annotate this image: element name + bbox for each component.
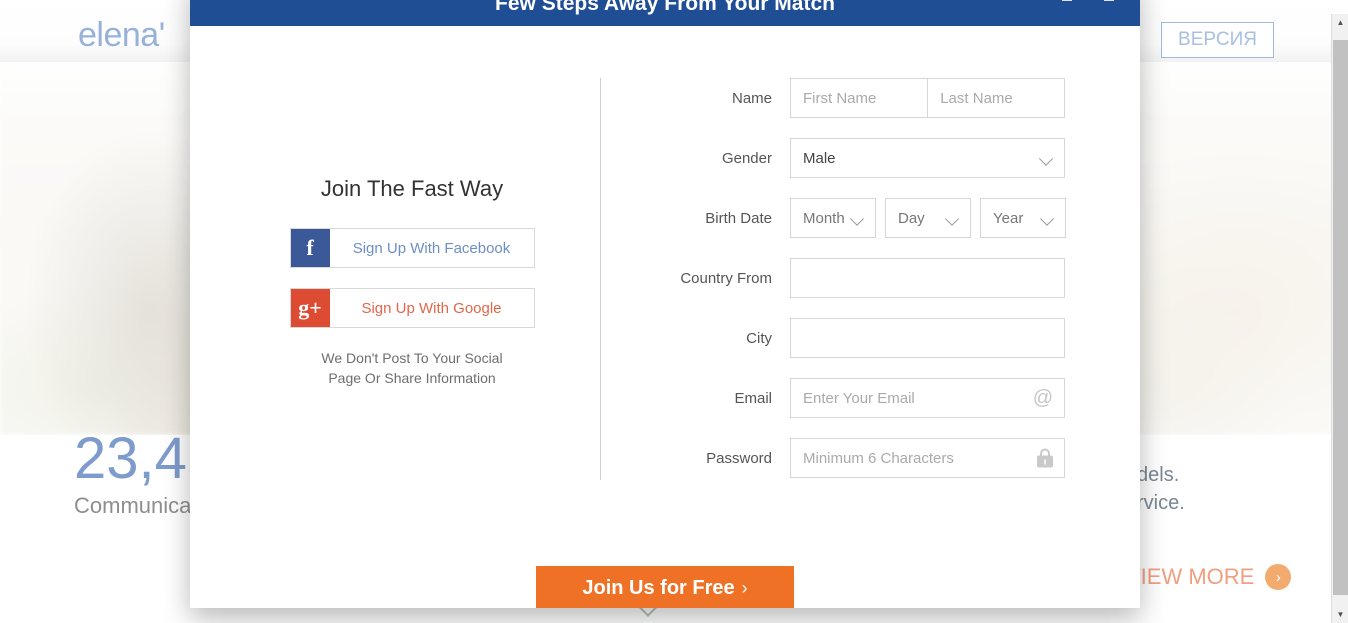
modal-header-control-b[interactable] bbox=[1104, 0, 1114, 1]
modal-body: Join The Fast Way f Sign Up With Faceboo… bbox=[190, 26, 1140, 608]
chevron-down-icon bbox=[947, 214, 960, 221]
right-text-line2: rvice. bbox=[1137, 492, 1185, 514]
social-privacy-note-line2: Page Or Share Information bbox=[328, 370, 496, 386]
email-label: Email bbox=[734, 389, 772, 407]
right-text-line1: dels. bbox=[1137, 464, 1180, 486]
join-us-for-free-button[interactable]: Join Us for Free › bbox=[536, 566, 794, 608]
social-panel-title: Join The Fast Way bbox=[320, 176, 504, 201]
social-signup-panel: Join The Fast Way f Sign Up With Faceboo… bbox=[262, 176, 562, 388]
join-button-label: Join Us for Free bbox=[582, 576, 735, 599]
country-fields bbox=[790, 258, 1065, 298]
signup-form: Name Gender Male Birth bbox=[630, 78, 1070, 498]
scroll-down-arrow-icon[interactable]: ▼ bbox=[1332, 606, 1348, 623]
country-row: Country From bbox=[630, 258, 1070, 298]
last-name-input[interactable] bbox=[927, 79, 1064, 117]
facebook-signup-label: Sign Up With Facebook bbox=[352, 239, 511, 257]
view-more-label: VIEW MORE bbox=[1126, 564, 1255, 589]
scroll-up-arrow-icon[interactable]: ▲ bbox=[1332, 14, 1348, 31]
password-label: Password bbox=[706, 449, 772, 467]
city-fields bbox=[790, 318, 1065, 358]
social-privacy-note-line1: We Don't Post To Your Social bbox=[321, 350, 503, 366]
email-fields: @ bbox=[790, 378, 1065, 418]
submit-area: Join Us for Free › bbox=[190, 566, 1140, 608]
gender-select[interactable]: Male bbox=[790, 138, 1065, 178]
gender-row: Gender Male bbox=[630, 138, 1070, 178]
chevron-down-icon bbox=[852, 214, 865, 221]
scrollbar-thumb[interactable] bbox=[1333, 40, 1348, 595]
city-input[interactable] bbox=[790, 318, 1065, 358]
language-version-button[interactable]: ВЕРСИЯ bbox=[1161, 22, 1274, 58]
chevron-down-icon bbox=[1041, 154, 1054, 161]
google-signup-button[interactable]: g+ Sign Up With Google bbox=[289, 288, 535, 328]
birth-date-fields: Month Day Year bbox=[790, 198, 1066, 238]
social-privacy-note: We Don't Post To Your Social Page Or Sha… bbox=[262, 348, 562, 388]
modal-title: Few Steps Away From Your Match bbox=[495, 0, 835, 15]
country-label: Country From bbox=[680, 269, 772, 287]
google-signup-label: Sign Up With Google bbox=[361, 299, 502, 317]
column-divider bbox=[600, 78, 601, 480]
email-row: Email @ bbox=[630, 378, 1070, 418]
modal-header-control-a[interactable] bbox=[1062, 0, 1072, 1]
vertical-scrollbar[interactable]: ▲ ▼ bbox=[1331, 14, 1348, 623]
gender-label: Gender bbox=[721, 149, 772, 167]
first-name-input[interactable] bbox=[791, 79, 928, 117]
city-row: City bbox=[630, 318, 1070, 358]
name-row: Name bbox=[630, 78, 1070, 118]
birth-date-row: Birth Date Month Day Year bbox=[630, 198, 1070, 238]
site-logo[interactable]: elena' bbox=[78, 16, 165, 55]
city-label: City bbox=[746, 329, 772, 347]
facebook-icon: f bbox=[290, 229, 330, 267]
name-fields bbox=[790, 78, 1065, 118]
signup-modal: Few Steps Away From Your Match Join The … bbox=[190, 0, 1140, 608]
country-input[interactable] bbox=[790, 258, 1065, 298]
email-input[interactable] bbox=[790, 378, 1065, 418]
view-more-link[interactable]: VIEW MORE › bbox=[1126, 564, 1292, 590]
arrow-right-icon: › bbox=[1265, 564, 1292, 590]
chevron-down-icon bbox=[1042, 214, 1055, 221]
google-plus-icon: g+ bbox=[290, 289, 330, 327]
password-row: Password bbox=[630, 438, 1070, 478]
password-input[interactable] bbox=[790, 438, 1065, 478]
name-label: Name bbox=[731, 89, 772, 107]
facebook-signup-button[interactable]: f Sign Up With Facebook bbox=[289, 228, 535, 268]
gender-fields: Male bbox=[790, 138, 1065, 178]
password-fields bbox=[790, 438, 1065, 478]
chevron-right-icon: › bbox=[741, 577, 748, 598]
birth-date-label: Birth Date bbox=[705, 209, 772, 227]
stat-number: 23,4 bbox=[74, 426, 187, 491]
modal-header: Few Steps Away From Your Match bbox=[190, 0, 1140, 26]
